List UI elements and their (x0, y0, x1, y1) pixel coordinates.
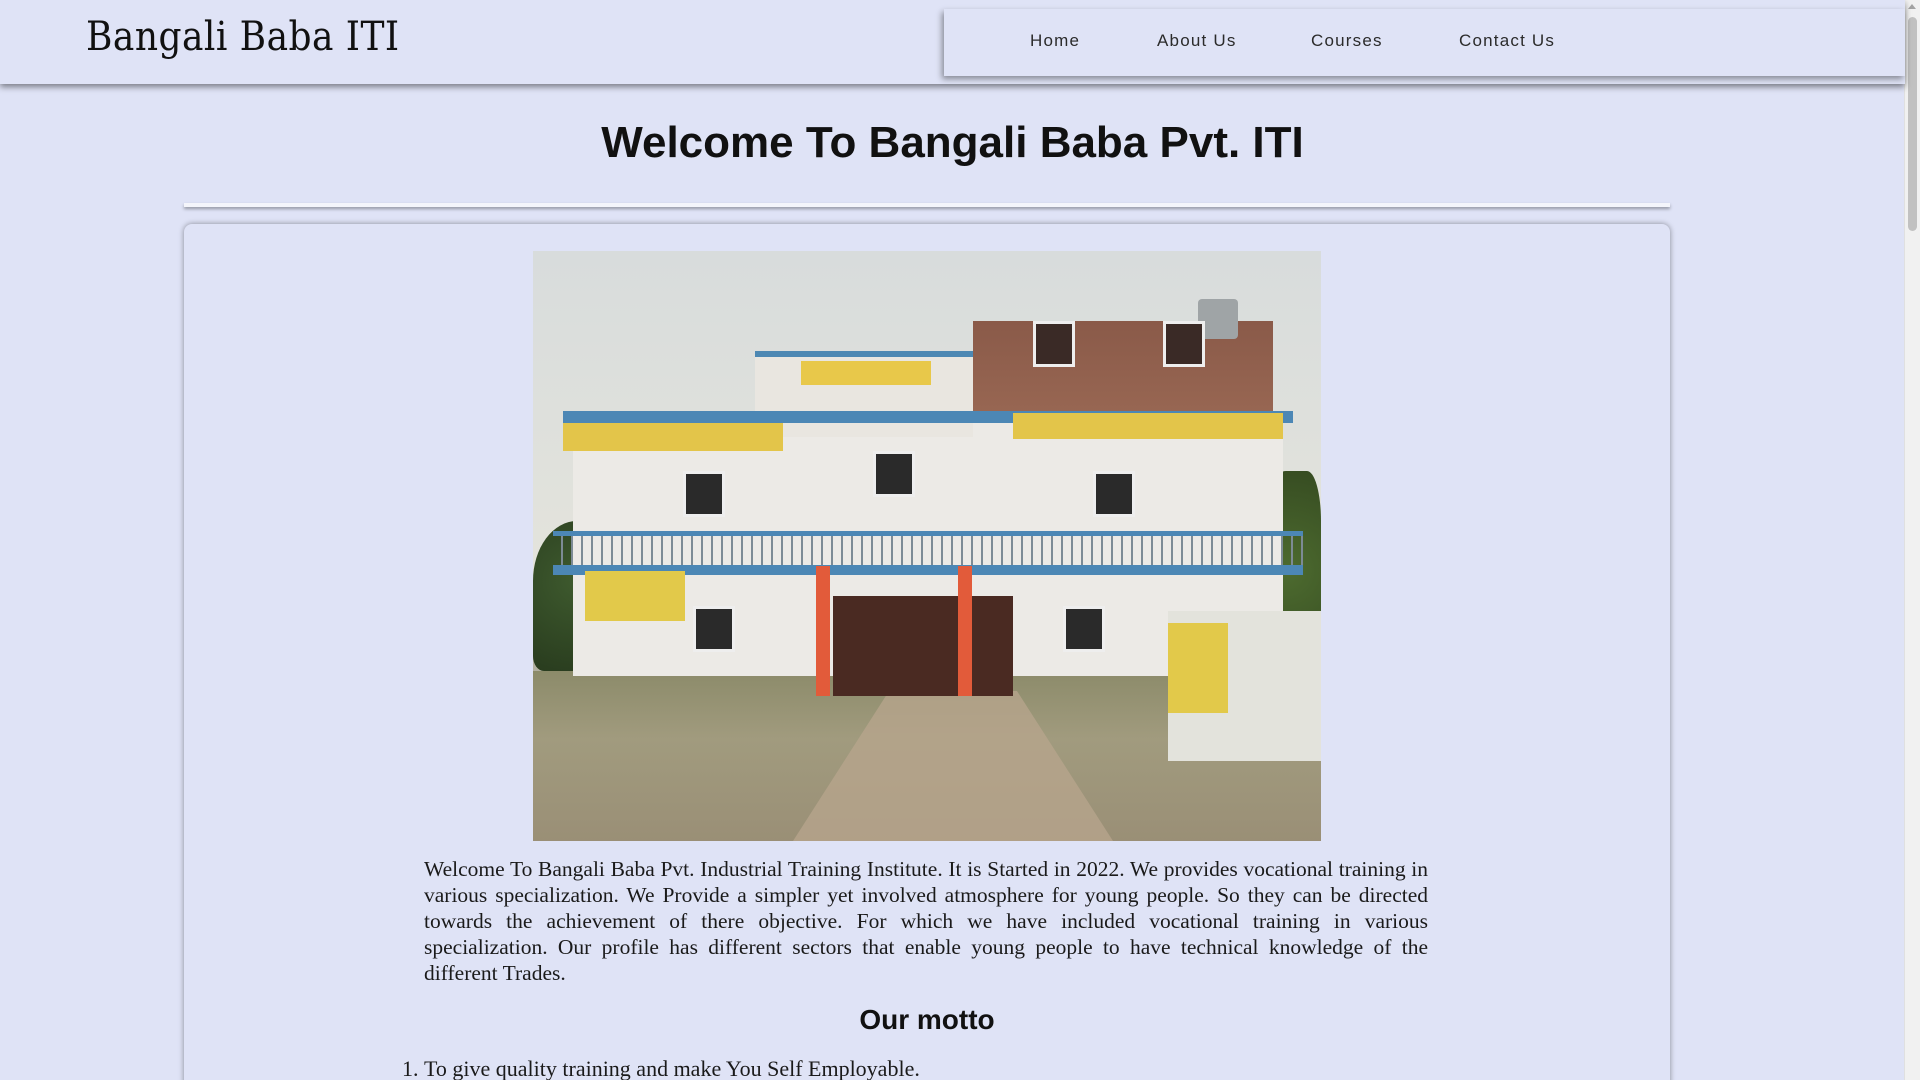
main-nav: Home About Us Courses Contact Us (944, 9, 1905, 76)
institute-building-photo (533, 251, 1321, 841)
photo-window (1063, 606, 1105, 652)
photo-window (1033, 321, 1075, 367)
nav-home-link[interactable]: Home (1030, 31, 1080, 51)
motto-list: To give quality training and make You Se… (424, 1056, 920, 1080)
nav-courses-link[interactable]: Courses (1311, 31, 1383, 51)
photo-window (873, 451, 915, 497)
photo-trade-sign (1013, 413, 1283, 439)
scrollbar-thumb[interactable] (1908, 17, 1917, 231)
photo-institute-sign (563, 423, 783, 451)
page-title: Welcome To Bangali Baba Pvt. ITI (601, 118, 1304, 167)
content-card: Welcome To Bangali Baba Pvt. Industrial … (184, 224, 1670, 1080)
section-divider (184, 203, 1670, 207)
photo-window (693, 606, 735, 652)
photo-top-sign (801, 361, 931, 385)
site-header: Bangali Baba ITI Home About Us Courses C… (0, 0, 1905, 84)
intro-paragraph: Welcome To Bangali Baba Pvt. Industrial … (424, 857, 1428, 985)
nav-contact-us-link[interactable]: Contact Us (1459, 31, 1555, 51)
photo-side-yellow-wall (1168, 623, 1228, 713)
photo-main-gate (833, 596, 1013, 696)
site-logo[interactable]: Bangali Baba ITI (86, 14, 400, 60)
photo-pillar (816, 566, 830, 696)
photo-window (683, 471, 725, 517)
scroll-up-arrow-icon[interactable] (1908, 4, 1916, 9)
photo-pillar (958, 566, 972, 696)
vertical-scrollbar[interactable] (1904, 0, 1920, 1080)
photo-window (1163, 321, 1205, 367)
motto-heading: Our motto (859, 1004, 995, 1035)
motto-list-item: To give quality training and make You Se… (424, 1056, 920, 1080)
photo-yellow-wall (585, 571, 685, 621)
nav-about-us-link[interactable]: About Us (1157, 31, 1237, 51)
photo-window (1093, 471, 1135, 517)
